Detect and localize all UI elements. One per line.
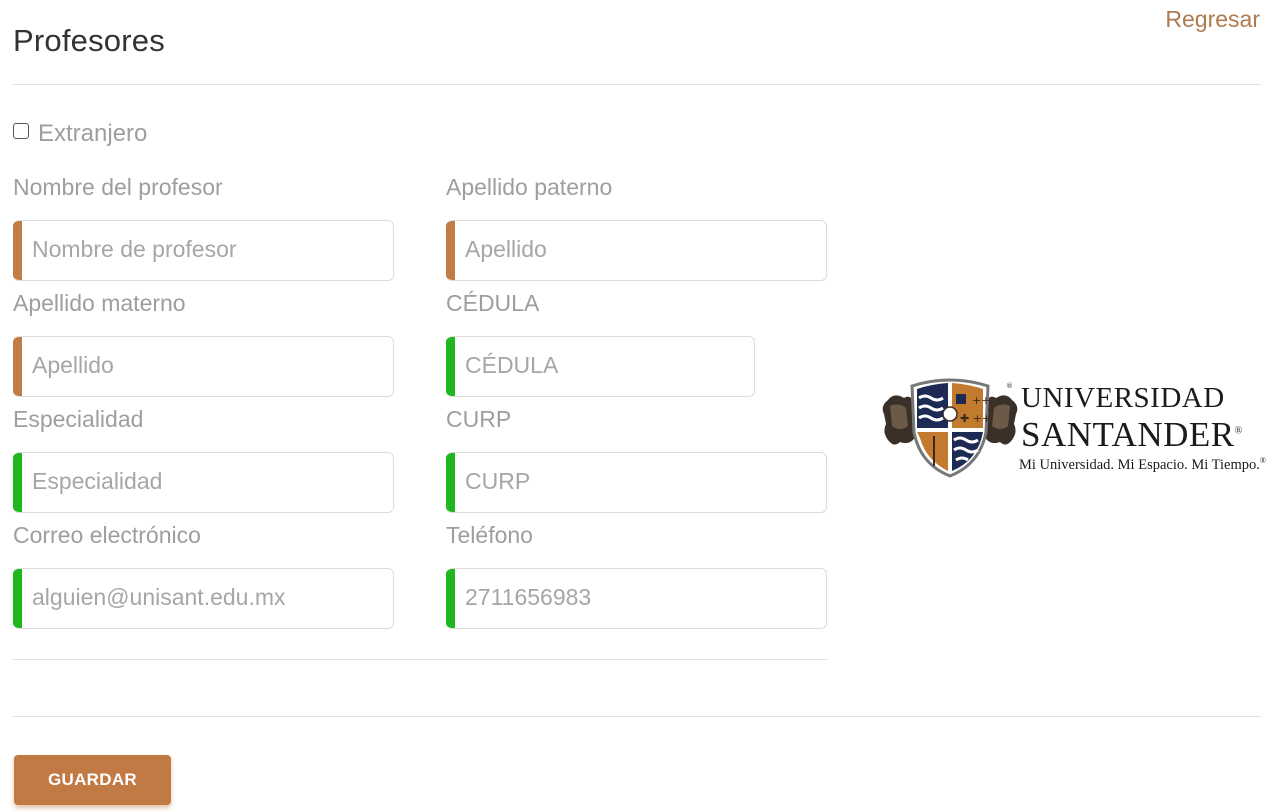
valid-indicator bbox=[446, 337, 455, 396]
logo-line-2: SANTANDER® bbox=[1021, 415, 1243, 454]
page-title: Profesores bbox=[13, 22, 165, 58]
foreign-checkbox-row[interactable]: Extranjero bbox=[13, 120, 147, 148]
save-button[interactable]: GUARDAR bbox=[14, 755, 171, 805]
foreign-label: Extranjero bbox=[38, 120, 148, 147]
nombre-label: Nombre del profesor bbox=[13, 174, 223, 200]
required-indicator bbox=[13, 337, 22, 396]
cedula-input[interactable]: CÉDULA bbox=[446, 336, 755, 397]
paterno-placeholder: Apellido bbox=[465, 236, 547, 262]
form-divider bbox=[13, 659, 827, 660]
telefono-placeholder: 2711656983 bbox=[465, 584, 592, 610]
telefono-input[interactable]: 2711656983 bbox=[446, 568, 827, 629]
cedula-placeholder: CÉDULA bbox=[465, 352, 559, 378]
valid-indicator bbox=[13, 569, 22, 628]
especialidad-label: Especialidad bbox=[13, 406, 144, 432]
correo-placeholder: alguien@unisant.edu.mx bbox=[32, 584, 286, 610]
valid-indicator bbox=[446, 453, 455, 512]
footer-divider bbox=[13, 716, 1261, 717]
crest-icon: ++ ✚ ++ ® bbox=[882, 378, 1018, 478]
required-indicator bbox=[13, 221, 22, 280]
back-link[interactable]: Regresar bbox=[1165, 6, 1260, 33]
curp-input[interactable]: CURP bbox=[446, 452, 827, 513]
telefono-label: Teléfono bbox=[446, 522, 533, 548]
especialidad-placeholder: Especialidad bbox=[32, 468, 163, 494]
especialidad-input[interactable]: Especialidad bbox=[13, 452, 394, 513]
correo-input[interactable]: alguien@unisant.edu.mx bbox=[13, 568, 394, 629]
materno-input[interactable]: Apellido bbox=[13, 336, 394, 397]
materno-label: Apellido materno bbox=[13, 290, 186, 316]
curp-placeholder: CURP bbox=[465, 468, 531, 494]
logo-line-1: UNIVERSIDAD bbox=[1021, 382, 1225, 414]
paterno-label: Apellido paterno bbox=[446, 174, 613, 200]
correo-label: Correo electrónico bbox=[13, 522, 201, 548]
nombre-placeholder: Nombre de profesor bbox=[32, 236, 237, 262]
university-logo: ++ ✚ ++ ® UNIVERSIDAD SANTANDER® Mi Univ… bbox=[880, 376, 1266, 480]
svg-text:®: ® bbox=[1006, 382, 1013, 390]
required-indicator bbox=[446, 221, 455, 280]
foreign-checkbox[interactable] bbox=[13, 123, 29, 139]
materno-placeholder: Apellido bbox=[32, 352, 114, 378]
logo-tagline: Mi Universidad. Mi Espacio. Mi Tiempo.® bbox=[1019, 456, 1266, 473]
svg-text:++: ++ bbox=[972, 394, 990, 407]
valid-indicator bbox=[13, 453, 22, 512]
cedula-label: CÉDULA bbox=[446, 290, 540, 316]
svg-text:✚ ++: ✚ ++ bbox=[960, 412, 991, 425]
valid-indicator bbox=[446, 569, 455, 628]
header-divider bbox=[13, 84, 1261, 85]
paterno-input[interactable]: Apellido bbox=[446, 220, 827, 281]
curp-label: CURP bbox=[446, 406, 512, 432]
teacher-form-page: Profesores Regresar Extranjero Nombre de… bbox=[0, 0, 1271, 812]
nombre-input[interactable]: Nombre de profesor bbox=[13, 220, 394, 281]
